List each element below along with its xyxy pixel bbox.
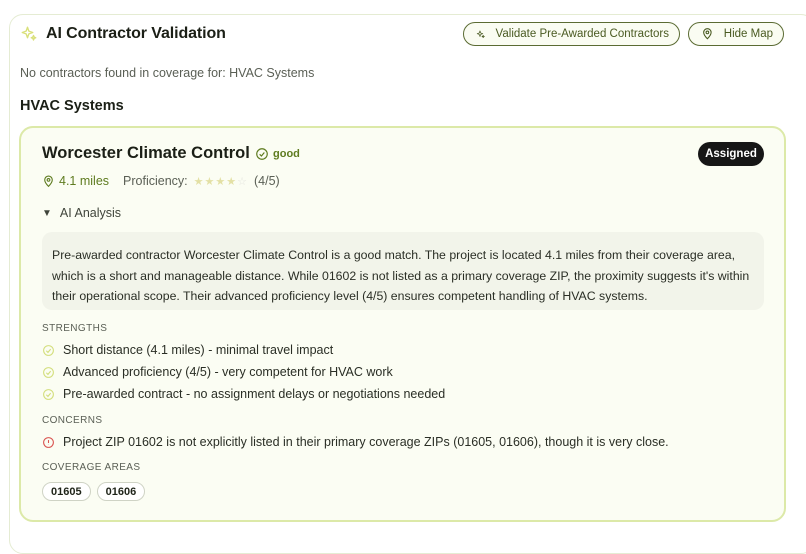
proficiency-label: Proficiency:: [123, 174, 188, 188]
sparkles-icon: [20, 25, 38, 43]
concern-text: Project ZIP 01602 is not explicitly list…: [63, 435, 669, 449]
star-empty-icon: ☆: [237, 175, 249, 188]
check-circle-icon: [256, 148, 268, 160]
star-icon: ★: [193, 175, 205, 188]
distance-value: 4.1 miles: [59, 174, 110, 188]
strength-item: Pre-awarded contract - no assignment del…: [42, 383, 762, 405]
hide-map-button[interactable]: Hide Map: [688, 22, 784, 46]
coverage-heading: COVERAGE AREAS: [42, 462, 141, 473]
check-circle-icon: [43, 388, 54, 400]
star-icon: ★: [226, 175, 238, 188]
no-contractors-message: No contractors found in coverage for: HV…: [20, 66, 315, 80]
concern-item: Project ZIP 01602 is not explicitly list…: [42, 431, 762, 453]
validate-button-label: Validate Pre-Awarded Contractors: [495, 28, 669, 40]
check-circle-icon: [43, 344, 54, 356]
analysis-text: Pre-awarded contractor Worcester Climate…: [42, 232, 764, 310]
map-pin-icon: [703, 28, 712, 40]
sparkles-icon: [476, 30, 485, 38]
contractor-name: Worcester Climate Control: [42, 144, 250, 162]
strength-item: Advanced proficiency (4/5) - very compet…: [42, 361, 762, 383]
contractor-meta: 4.1 miles Proficiency: ★★★★☆ (4/5): [42, 174, 280, 188]
map-pin-icon: [44, 175, 53, 187]
header-actions: Validate Pre-Awarded Contractors Hide Ma…: [463, 22, 784, 46]
strength-text: Advanced proficiency (4/5) - very compet…: [63, 365, 393, 379]
concerns-heading: CONCERNS: [42, 415, 103, 426]
triangle-down-icon: ▼: [42, 207, 52, 219]
alert-circle-icon: [43, 436, 54, 448]
strength-text: Short distance (4.1 miles) - minimal tra…: [63, 343, 334, 357]
ai-analysis-label: AI Analysis: [59, 206, 122, 220]
ai-analysis-toggle[interactable]: ▼ AI Analysis: [42, 206, 121, 220]
assigned-badge: Assigned: [698, 142, 764, 166]
contractor-card: Worcester Climate Control good Assigned …: [19, 126, 786, 522]
strengths-list: Short distance (4.1 miles) - minimal tra…: [42, 339, 762, 405]
check-circle-icon: [43, 366, 54, 378]
hide-map-button-label: Hide Map: [723, 28, 773, 40]
coverage-zips: 01605 01606: [42, 482, 146, 501]
section-title: HVAC Systems: [20, 98, 124, 114]
zip-chip: 01605: [42, 482, 91, 501]
zip-chip: 01606: [96, 482, 146, 501]
star-icon: ★: [204, 175, 216, 188]
star-icon: ★: [215, 175, 227, 188]
proficiency-value: (4/5): [254, 174, 280, 188]
quality-label: good: [273, 148, 300, 160]
page-title: AI Contractor Validation: [46, 25, 226, 42]
validate-contractors-button[interactable]: Validate Pre-Awarded Contractors: [463, 22, 680, 46]
strengths-heading: STRENGTHS: [42, 323, 108, 334]
concerns-list: Project ZIP 01602 is not explicitly list…: [42, 431, 762, 453]
quality-badge: good: [255, 147, 300, 161]
proficiency-stars: ★★★★☆: [194, 175, 248, 188]
strength-text: Pre-awarded contract - no assignment del…: [63, 387, 446, 401]
strength-item: Short distance (4.1 miles) - minimal tra…: [42, 339, 762, 361]
